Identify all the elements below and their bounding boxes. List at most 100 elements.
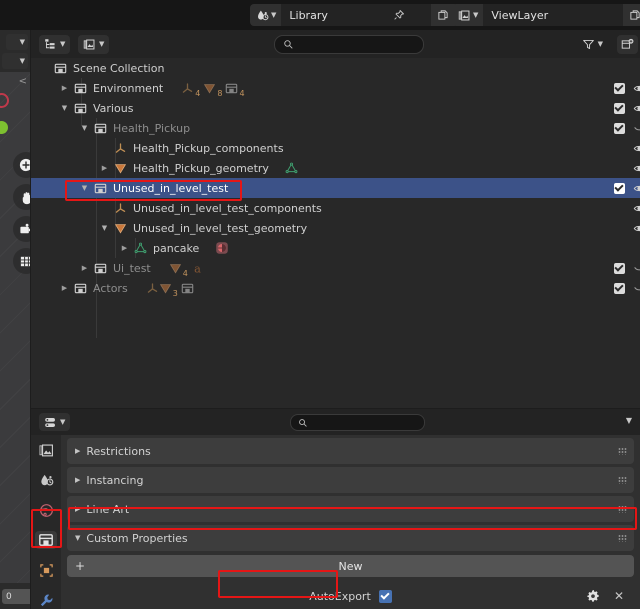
collapse-chevron-icon[interactable]: < (19, 76, 27, 87)
scene-id-selector[interactable]: ▼ Library ✕ (250, 4, 480, 26)
disclosure-triangle-closed[interactable]: ▶ (79, 264, 90, 272)
mesh-data-icon[interactable] (285, 162, 298, 175)
scene-icon[interactable]: ▼ (250, 4, 282, 26)
checkbox-checked[interactable] (613, 182, 625, 194)
outliner-row[interactable]: ▶ Actors 3 (31, 278, 640, 298)
outliner-row[interactable]: ▶ pancake (31, 238, 640, 258)
properties-tab-collection[interactable] (35, 531, 57, 549)
outliner-row[interactable]: ▶ Ui_test 4 a (31, 258, 640, 278)
outliner-row[interactable]: ▼ Various (31, 98, 640, 118)
chevron-down-icon[interactable]: ▼ (626, 416, 632, 425)
outliner-row[interactable]: ▶ Environment 4 8 4 (31, 78, 640, 98)
visibility-toggle[interactable] (629, 122, 640, 135)
visibility-toggle[interactable] (629, 142, 640, 155)
disclosure-triangle-open[interactable]: ▼ (79, 124, 90, 132)
visibility-toggle[interactable] (629, 202, 640, 215)
collection-icon (74, 103, 87, 113)
outliner-search-input[interactable] (274, 35, 424, 54)
material-icon[interactable] (215, 241, 229, 255)
disclosure-triangle-closed[interactable]: ▶ (119, 244, 130, 252)
chevron-down-icon: ▼ (60, 417, 66, 426)
checkbox-checked[interactable] (613, 122, 625, 134)
visibility-toggle[interactable] (629, 182, 640, 195)
outliner-row-counts: 4 8 4 (181, 82, 247, 98)
checkbox-checked[interactable] (613, 82, 625, 94)
outliner-row-label: Unused_in_level_test_geometry (133, 221, 308, 235)
exclude-checkbox[interactable] (609, 102, 629, 114)
new-custom-property-button[interactable]: + New (67, 555, 634, 577)
chevron-down-icon: ▼ (597, 40, 603, 48)
viewport-value-field[interactable]: 0 (2, 589, 30, 604)
panel-line-art[interactable]: ▶ Line Art (67, 496, 634, 522)
properties-tab-object[interactable] (35, 561, 57, 579)
properties-tab-world[interactable] (35, 501, 57, 519)
outliner-row-toggles (609, 82, 640, 95)
mesh-icon (159, 283, 171, 294)
properties-editor-icon[interactable]: ▼ (39, 413, 71, 431)
pin-icon[interactable] (393, 9, 405, 21)
panel-restrictions[interactable]: ▶ Restrictions (67, 438, 634, 464)
outliner-row[interactable]: Health_Pickup_components (31, 138, 640, 158)
properties-tab-scene[interactable] (35, 471, 57, 489)
viewlayer-id-selector[interactable]: ▼ ViewLayer ✕ (452, 4, 640, 26)
outliner-tree[interactable]: Scene Collection ▶ Environment 4 8 4 ▼ Various ▼… (31, 58, 640, 408)
visibility-toggle[interactable] (629, 102, 640, 115)
panel-drag-grip[interactable] (618, 447, 627, 455)
disclosure-triangle-open[interactable]: ▼ (59, 104, 70, 112)
panel-drag-grip[interactable] (618, 505, 627, 513)
visibility-toggle[interactable] (629, 282, 640, 295)
exclude-checkbox[interactable] (609, 122, 629, 134)
scene-name-field[interactable]: Library (281, 4, 432, 26)
disclosure-triangle-closed[interactable]: ▶ (59, 84, 70, 92)
viewlayer-icon[interactable]: ▼ (452, 4, 484, 26)
checkbox-checked[interactable] (613, 262, 625, 274)
viewport-header-menu-2[interactable]: ▼ (2, 53, 28, 69)
outliner-row-content: ▼ Unused_in_level_test_geometry (31, 222, 307, 235)
properties-tab-render[interactable] (35, 441, 57, 459)
outliner-row[interactable]: ▼ Unused_in_level_test (31, 178, 640, 198)
outliner-row[interactable]: ▼ Health_Pickup (31, 118, 640, 138)
properties-tab-modifier[interactable] (35, 591, 57, 609)
checkbox-checked[interactable] (613, 282, 625, 294)
new-collection-icon[interactable] (617, 35, 638, 54)
autoexport-checkbox[interactable] (378, 589, 392, 603)
exclude-checkbox[interactable] (609, 262, 629, 274)
outliner-row-toggles (609, 262, 640, 275)
visibility-toggle[interactable] (629, 82, 640, 95)
outliner-row[interactable]: ▶ Health_Pickup_geometry (31, 158, 640, 178)
exclude-checkbox[interactable] (609, 282, 629, 294)
chevron-right-icon: ▶ (75, 505, 81, 513)
disclosure-triangle-open[interactable]: ▼ (99, 224, 110, 232)
outliner-row[interactable]: ▼ Unused_in_level_test_geometry (31, 218, 640, 238)
gear-icon[interactable] (586, 589, 600, 603)
checkbox-checked[interactable] (613, 102, 625, 114)
viewport-value: 0 (6, 591, 12, 602)
disclosure-triangle-closed[interactable]: ▶ (99, 164, 110, 172)
panel-drag-grip[interactable] (618, 476, 627, 484)
properties-search-input[interactable] (290, 414, 425, 431)
disclosure-triangle-open[interactable]: ▼ (79, 184, 90, 192)
outliner-display-mode-icon[interactable]: ▼ (39, 35, 71, 54)
3d-viewport-sliver[interactable]: ▼ ▼ < 0 (0, 30, 30, 609)
exclude-checkbox[interactable] (609, 182, 629, 194)
outliner-row[interactable]: Scene Collection (31, 58, 640, 78)
filter-funnel-icon[interactable]: ▼ (577, 35, 608, 54)
visibility-toggle[interactable] (629, 162, 640, 175)
viewport-header-menu-1[interactable]: ▼ (6, 34, 28, 50)
outliner-row-label: Unused_in_level_test_components (133, 201, 322, 215)
remove-custom-property-icon[interactable]: ✕ (614, 589, 624, 603)
visibility-toggle[interactable] (629, 262, 640, 275)
visibility-toggle[interactable] (629, 222, 640, 235)
panel-custom-properties[interactable]: ▼ Custom Properties (67, 525, 634, 551)
duplicate-icon[interactable] (623, 4, 640, 26)
properties-tab-column[interactable] (31, 435, 61, 609)
viewlayer-name-field[interactable]: ViewLayer (483, 4, 624, 26)
exclude-checkbox[interactable] (609, 82, 629, 94)
panel-instancing[interactable]: ▶ Instancing (67, 467, 634, 493)
disclosure-triangle-closed[interactable]: ▶ (59, 284, 70, 292)
id-type-filter-icon[interactable]: ▼ (78, 35, 110, 54)
collection-icon (54, 62, 67, 75)
outliner-row[interactable]: Unused_in_level_test_components (31, 198, 640, 218)
panel-drag-grip[interactable] (618, 534, 627, 542)
collection-icon (94, 262, 107, 275)
